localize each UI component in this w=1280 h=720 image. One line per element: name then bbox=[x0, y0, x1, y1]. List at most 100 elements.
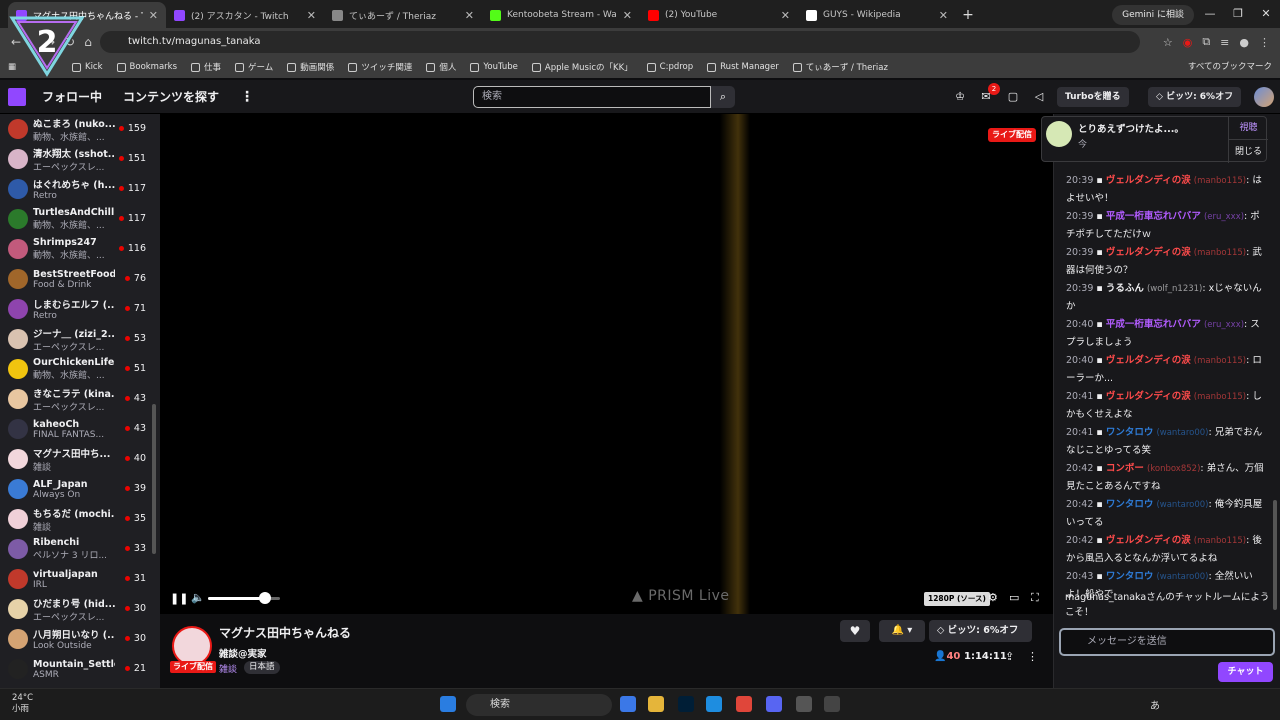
chat-user[interactable]: コンボー bbox=[1106, 463, 1144, 474]
more-icon[interactable]: ⋮ bbox=[1259, 36, 1270, 49]
popup-watch-button[interactable]: 視聴 bbox=[1228, 117, 1268, 139]
turbo-gift-button[interactable]: Turboを贈る bbox=[1057, 87, 1129, 107]
tab-close-icon[interactable]: ✕ bbox=[465, 9, 474, 22]
follow-heart-icon[interactable]: ♥ bbox=[840, 620, 870, 642]
puzzle-icon[interactable]: ⧉ bbox=[1202, 35, 1210, 49]
notification-bell-icon[interactable]: 🔔 ▾ bbox=[879, 620, 925, 642]
tab-close-icon[interactable]: ✕ bbox=[939, 9, 948, 22]
popup-close-button[interactable]: 閉じる bbox=[1228, 139, 1268, 163]
bookmark-item[interactable]: てぃあーず / Theriaz bbox=[792, 61, 888, 73]
bookmark-item[interactable]: ツイッチ関連 bbox=[348, 61, 412, 73]
streamer-avatar[interactable] bbox=[172, 626, 212, 666]
whisper-icon[interactable]: ▢ bbox=[1005, 89, 1021, 105]
bookmark-item[interactable]: YouTube bbox=[470, 61, 518, 73]
sidebar-channel[interactable]: しまむらエルフ (... Retro 71 bbox=[0, 294, 160, 324]
chrome-icon[interactable] bbox=[736, 696, 752, 712]
nav-following[interactable]: フォロー中 bbox=[42, 80, 102, 114]
close-window-button[interactable]: ✕ bbox=[1252, 0, 1280, 28]
channel-name[interactable]: マグナス田中ちゃんねる bbox=[219, 624, 351, 641]
chat-user[interactable]: ワンタロウ bbox=[1106, 427, 1154, 438]
copilot-icon[interactable] bbox=[620, 696, 636, 712]
steam-icon[interactable] bbox=[796, 696, 812, 712]
user-avatar[interactable] bbox=[1254, 87, 1274, 107]
tab-close-icon[interactable]: ✕ bbox=[307, 9, 316, 22]
extension-icon[interactable]: ◉ bbox=[1183, 36, 1193, 49]
url-input[interactable]: twitch.tv/magunas_tanaka bbox=[100, 31, 1140, 53]
photoshop-icon[interactable] bbox=[678, 696, 694, 712]
minimize-button[interactable]: — bbox=[1196, 0, 1224, 28]
sidebar-channel[interactable]: BestStreetFood Food & Drink 76 bbox=[0, 264, 160, 294]
bookmark-item[interactable]: 動画関係 bbox=[287, 61, 334, 73]
menu-lines-icon[interactable]: ≡ bbox=[1220, 36, 1229, 49]
bookmark-item[interactable]: Bookmarks bbox=[116, 61, 177, 73]
sidebar-channel[interactable]: マグナス田中ち... 雑談 40 bbox=[0, 444, 160, 474]
store-icon[interactable] bbox=[824, 696, 840, 712]
chat-user[interactable]: うるふん bbox=[1106, 283, 1144, 294]
stream-category[interactable]: 雑談 bbox=[219, 662, 237, 675]
sidebar-channel[interactable]: virtualjapan IRL 31 bbox=[0, 564, 160, 594]
chat-user[interactable]: ヴェルダンディの涙 bbox=[1106, 175, 1191, 186]
volume-icon[interactable]: 🔈 bbox=[191, 591, 205, 604]
browser-tab[interactable]: Kentoobeta Stream - Watch Liv ✕ bbox=[482, 2, 640, 28]
chat-user[interactable]: 平成一桁車忘れババア bbox=[1106, 319, 1201, 330]
language-tag[interactable]: 日本語 bbox=[244, 661, 280, 674]
bookmark-item[interactable]: Rust Manager bbox=[707, 61, 779, 73]
nav-more-icon[interactable]: ⋮ bbox=[240, 80, 254, 114]
nav-browse[interactable]: コンテンツを探す bbox=[123, 80, 219, 114]
discord-icon[interactable] bbox=[766, 696, 782, 712]
bookmark-star-icon[interactable]: ☆ bbox=[1163, 36, 1173, 49]
more-options-icon[interactable]: ⋮ bbox=[1027, 650, 1038, 663]
sidebar-channel[interactable]: Mountain_Settler ASMR 21 bbox=[0, 654, 160, 684]
chat-send-button[interactable]: チャット bbox=[1218, 662, 1273, 682]
sidebar-channel[interactable]: Shrimps247 動物、水族館、... 116 bbox=[0, 234, 160, 264]
bits-button[interactable]: ◇ ビッツ: 6%オフ bbox=[1148, 87, 1242, 107]
chat-user[interactable]: ヴェルダンディの涙 bbox=[1106, 391, 1191, 402]
chat-user[interactable]: ヴェルダンディの涙 bbox=[1106, 247, 1191, 258]
chat-user[interactable]: ヴェルダンディの涙 bbox=[1106, 355, 1191, 366]
sidebar-channel[interactable]: きなこラテ (kina... エーペックスレ... 43 bbox=[0, 384, 160, 414]
tab-close-icon[interactable]: ✕ bbox=[781, 9, 790, 22]
sidebar-channel[interactable]: ひだまり号 (hid... エーペックスレ... 30 bbox=[0, 594, 160, 624]
browser-tab[interactable]: GUYS - Wikipedia ✕ bbox=[798, 2, 956, 28]
chat-input[interactable]: メッセージを送信 bbox=[1059, 628, 1275, 656]
tab-close-icon[interactable]: ✕ bbox=[623, 9, 632, 22]
twitch-logo-icon[interactable] bbox=[8, 88, 26, 106]
pause-icon[interactable]: ❚❚ bbox=[170, 592, 188, 605]
sidebar-channel[interactable]: 八月朔日いなり (... Look Outside 30 bbox=[0, 624, 160, 654]
new-tab-button[interactable]: + bbox=[956, 2, 980, 28]
browser-tab[interactable]: (2) アスカタン - Twitch ✕ bbox=[166, 2, 324, 28]
sidebar-channel[interactable]: TurtlesAndChill 動物、水族館、... 117 bbox=[0, 204, 160, 234]
sidebar-channel[interactable]: kaheoCh FINAL FANTAS... 43 bbox=[0, 414, 160, 444]
bookmark-item[interactable]: 個人 bbox=[426, 61, 456, 73]
sidebar-channel[interactable]: ALF_Japan Always On 39 bbox=[0, 474, 160, 504]
all-bookmarks-folder[interactable]: すべてのブックマーク bbox=[1188, 56, 1272, 78]
sidebar-channel[interactable]: もちるだ (mochi... 雑談 35 bbox=[0, 504, 160, 534]
bookmark-item[interactable]: C:pdrop bbox=[646, 61, 693, 73]
sidebar-channel[interactable]: ぬこまろ (nuko... 動物、水族館、... 159 bbox=[0, 114, 160, 144]
bookmark-item[interactable]: Apple Musicの「KK」 bbox=[531, 61, 633, 73]
maximize-button[interactable]: ❐ bbox=[1224, 0, 1252, 28]
profile-icon[interactable]: ● bbox=[1239, 36, 1249, 49]
browser-tab[interactable]: てぃあーず / Theriaz ✕ bbox=[324, 2, 482, 28]
fullscreen-icon[interactable]: ⛶ bbox=[1031, 591, 1039, 605]
tab-close-icon[interactable]: ✕ bbox=[149, 9, 158, 22]
search-icon[interactable]: ⌕ bbox=[711, 86, 735, 108]
gemini-button[interactable]: Gemini に相談 bbox=[1112, 5, 1194, 25]
taskbar-search[interactable]: 検索 bbox=[466, 694, 612, 716]
settings-gear-icon[interactable]: ⚙ bbox=[988, 591, 998, 604]
volume-knob[interactable] bbox=[259, 592, 271, 604]
explorer-icon[interactable] bbox=[648, 696, 664, 712]
ime-indicator[interactable]: あ bbox=[1150, 697, 1160, 712]
browser-tab[interactable]: (2) YouTube ✕ bbox=[640, 2, 798, 28]
start-icon[interactable] bbox=[440, 696, 456, 712]
sidebar-channel[interactable]: ジーナ＿ (zizi_2... エーペックスレ... 53 bbox=[0, 324, 160, 354]
weather-widget[interactable]: 24°C 小雨 bbox=[12, 693, 33, 715]
bookmark-item[interactable]: ゲーム bbox=[235, 61, 273, 73]
sidebar-scrollbar[interactable] bbox=[152, 404, 156, 554]
bookmark-item[interactable]: 仕事 bbox=[191, 61, 221, 73]
edge-icon[interactable] bbox=[706, 696, 722, 712]
search-input[interactable]: 検索 bbox=[473, 86, 711, 108]
chat-user[interactable]: ワンタロウ bbox=[1106, 571, 1154, 582]
stream-bits-button[interactable]: ◇ ビッツ: 6%オフ bbox=[929, 620, 1032, 642]
sidebar-channel[interactable]: はぐれめちゃ (h... Retro 117 bbox=[0, 174, 160, 204]
